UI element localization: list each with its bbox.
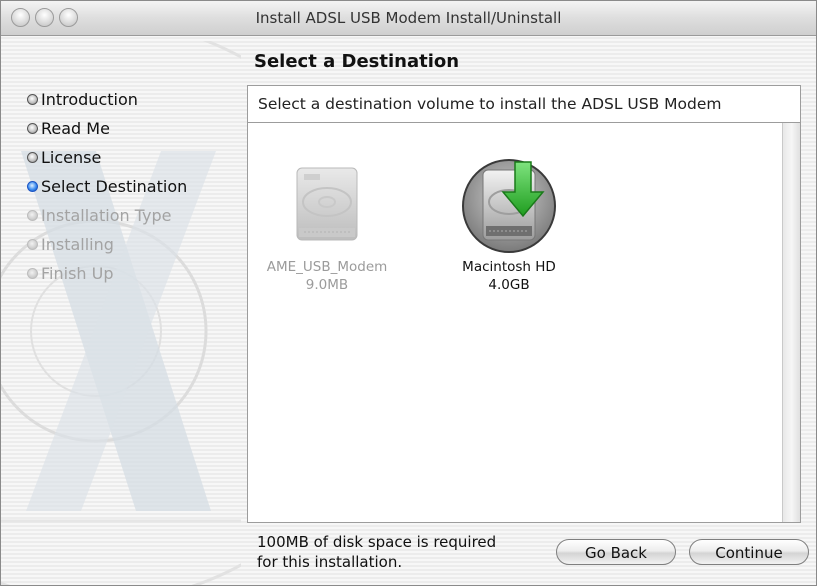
requirement-line-1: 100MB of disk space is required	[257, 533, 497, 551]
step-label: Read Me	[41, 119, 110, 138]
step-label: License	[41, 148, 102, 167]
step-label: Installation Type	[41, 206, 172, 225]
step-label: Finish Up	[41, 264, 114, 283]
step-select-destination: Select Destination	[27, 172, 187, 201]
step-bullet-icon	[27, 152, 38, 163]
step-bullet-icon	[27, 94, 38, 105]
step-label: Introduction	[41, 90, 138, 109]
step-installation-type: Installation Type	[27, 201, 187, 230]
step-introduction: Introduction	[27, 85, 187, 114]
volume-size: 4.0GB	[488, 277, 530, 293]
step-bullet-icon	[27, 123, 38, 134]
step-bullet-icon	[27, 210, 38, 221]
hard-disk-icon	[296, 167, 358, 241]
step-read-me: Read Me	[27, 114, 187, 143]
requirement-line-2: for this installation.	[257, 553, 403, 571]
step-installing: Installing	[27, 230, 187, 259]
page-title: Select a Destination	[254, 51, 460, 72]
continue-button[interactable]: Continue	[689, 539, 809, 565]
step-bullet-icon	[27, 181, 38, 192]
step-license: License	[27, 143, 187, 172]
installer-steps: Introduction Read Me License Select Dest…	[27, 85, 187, 288]
disk-space-requirement: 100MB of disk space is required for this…	[257, 532, 496, 572]
volume-name: AME_USB_Modem	[266, 259, 388, 275]
step-label: Select Destination	[41, 177, 188, 196]
volume-list: AME_USB_Modem 9.0MB Macintosh HD 4.0GB	[247, 122, 801, 523]
volume-size: 9.0MB	[305, 277, 349, 293]
step-bullet-icon	[27, 239, 38, 250]
description-text: Select a destination volume to install t…	[258, 95, 722, 113]
description-box: Select a destination volume to install t…	[247, 85, 801, 123]
volume-macintosh-hd[interactable]: Macintosh HD 4.0GB	[439, 158, 579, 294]
window-title: Install ADSL USB Modem Install/Uninstall	[255, 9, 562, 27]
step-finish-up: Finish Up	[27, 259, 187, 288]
go-back-button[interactable]: Go Back	[556, 539, 676, 565]
installer-window: Install ADSL USB Modem Install/Uninstall…	[0, 0, 817, 586]
scrollbar[interactable]	[782, 123, 800, 522]
title-bar: Install ADSL USB Modem Install/Uninstall	[1, 1, 816, 36]
volume-name: Macintosh HD	[462, 259, 556, 275]
volume-ame-usb-modem: AME_USB_Modem 9.0MB	[257, 158, 397, 294]
step-bullet-icon	[27, 268, 38, 279]
step-label: Installing	[41, 235, 114, 254]
hard-disk-install-arrow-icon	[462, 159, 556, 253]
